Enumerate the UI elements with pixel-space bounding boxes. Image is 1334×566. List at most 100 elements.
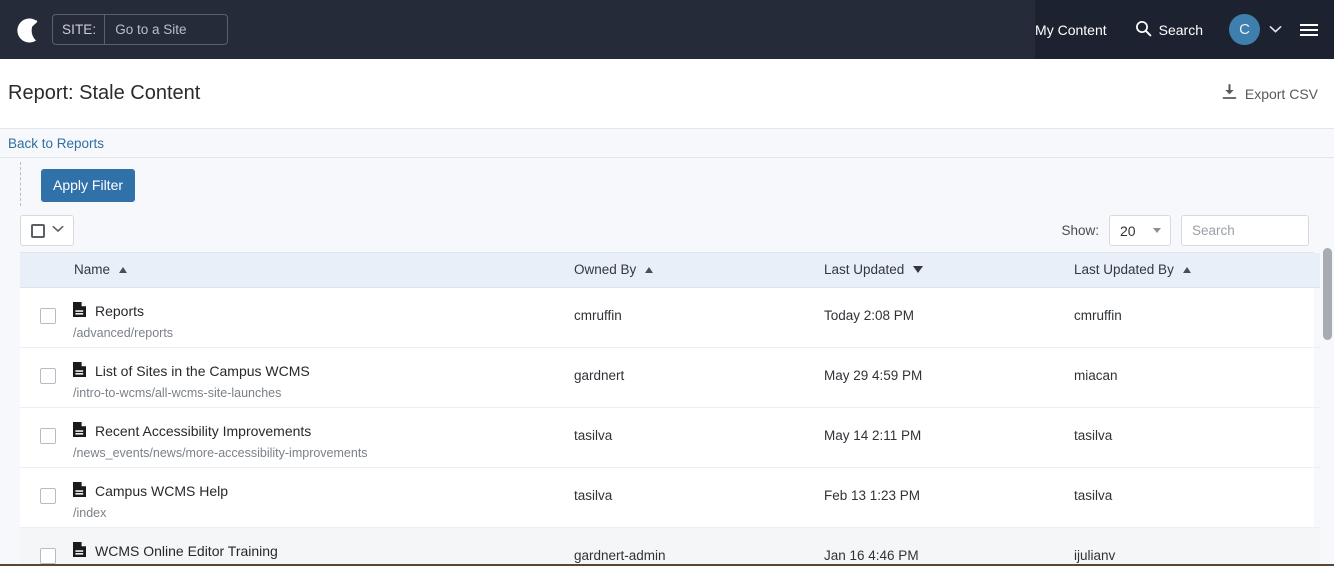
avatar: C (1229, 14, 1260, 45)
row-checkbox[interactable] (40, 307, 56, 324)
row-name-link[interactable]: Recent Accessibility Improvements (95, 423, 311, 439)
row-checkbox[interactable] (40, 487, 56, 504)
caret-down-icon (1153, 228, 1161, 233)
column-header-last-updated-by-label: Last Updated By (1074, 262, 1174, 278)
user-menu[interactable]: C (1217, 14, 1290, 45)
apply-filter-button[interactable]: Apply Filter (41, 169, 136, 202)
filter-panel: Apply Filter (0, 158, 1314, 208)
row-select-cell (20, 407, 72, 467)
magnifier-icon (1135, 20, 1152, 40)
table-row[interactable]: Recent Accessibility Improvements/news_e… (20, 407, 1334, 467)
row-checkbox[interactable] (40, 427, 56, 444)
hamburger-menu-icon[interactable] (1290, 23, 1334, 36)
row-last-updated: Today 2:08 PM (824, 307, 915, 323)
search-label: Search (1158, 21, 1203, 38)
show-label: Show: (1061, 223, 1099, 238)
page-title: Report: Stale Content (8, 82, 201, 104)
row-path: /intro-to-wcms/all-wcms-site-launches (73, 385, 282, 400)
back-to-reports-link[interactable]: Back to Reports (8, 136, 104, 151)
sort-ascending-icon (1182, 266, 1191, 273)
site-selector-input[interactable]: Go to a Site (105, 15, 227, 44)
document-icon (72, 541, 87, 561)
results-table-wrapper: Name Owned By Last Updated Last Updated … (20, 252, 1334, 566)
export-csv-label: Export CSV (1244, 85, 1318, 102)
sort-descending-icon (913, 266, 924, 274)
hamburger-bar (1300, 23, 1318, 26)
row-select-cell (20, 347, 72, 407)
site-selector-label: SITE: (53, 15, 106, 44)
row-last-updated: May 14 2:11 PM (824, 427, 922, 443)
row-owned-by: tasilva (574, 487, 613, 503)
document-icon (72, 481, 87, 501)
row-name-cell: List of Sites in the Campus WCMS/intro-t… (72, 347, 574, 407)
page-size-select[interactable]: 20 (1109, 215, 1171, 246)
document-icon (72, 421, 87, 441)
table-row[interactable]: Campus WCMS Help/index tasilva Feb 13 1:23… (20, 467, 1334, 527)
column-header-select (20, 253, 72, 288)
row-owned-by: gardnert (574, 367, 625, 383)
row-select-cell (20, 527, 72, 566)
row-owned-by: gardnert-admin (574, 547, 666, 563)
hamburger-bar (1300, 28, 1318, 31)
row-path: /news_events/news/more-accessibility-imp… (73, 445, 368, 460)
bulk-select-dropdown[interactable] (20, 215, 74, 246)
column-header-last-updated-label: Last Updated (824, 262, 905, 278)
table-right-tools: Show: 20 Search (1061, 215, 1309, 246)
row-last-updated-by: tasilva (1074, 427, 1113, 443)
crescent-moon-check-logo[interactable] (12, 15, 42, 45)
my-content-label: My Content (1035, 21, 1107, 38)
hamburger-bar (1300, 33, 1318, 36)
row-last-updated: Jan 16 4:46 PM (824, 547, 919, 563)
column-header-last-updated[interactable]: Last Updated (824, 253, 1074, 288)
row-name-link[interactable]: Campus WCMS Help (95, 483, 228, 499)
row-name-link[interactable]: Reports (95, 303, 144, 319)
column-header-last-updated-by[interactable]: Last Updated By (1074, 253, 1334, 288)
my-content-link[interactable]: My Content (1014, 0, 1121, 59)
row-owned-by: cmruffin (574, 307, 622, 323)
column-header-owned-by[interactable]: Owned By (574, 253, 824, 288)
row-last-updated-by: cmruffin (1074, 307, 1122, 323)
row-owned-by: tasilva (574, 427, 613, 443)
export-csv-button[interactable]: Export CSV (1222, 84, 1318, 103)
top-navigation-bar: SITE: Go to a Site My Content Search C (0, 0, 1334, 59)
row-checkbox[interactable] (40, 547, 56, 564)
column-header-name[interactable]: Name (72, 253, 574, 288)
report-content: Apply Filter Show: 20 Search Name Owned … (0, 158, 1334, 566)
filter-rail-divider (20, 162, 21, 206)
row-select-cell (20, 287, 72, 347)
row-last-updated-by: miacan (1074, 367, 1118, 383)
table-row[interactable]: Reports/advanced/reports cmruffin Today 2:… (20, 287, 1334, 347)
vertical-scrollbar-thumb[interactable] (1323, 248, 1332, 340)
row-last-updated-by: ijulianv (1074, 547, 1116, 563)
table-head: Name Owned By Last Updated Last Updated … (20, 253, 1334, 288)
document-icon (72, 301, 87, 321)
results-table: Name Owned By Last Updated Last Updated … (20, 253, 1334, 566)
row-checkbox[interactable] (40, 367, 56, 384)
row-name-cell: Campus WCMS Help/index (72, 467, 574, 527)
row-name-cell: WCMS Online Editor Training (72, 527, 574, 566)
table-row[interactable]: WCMS Online Editor Training gardnert-admi… (20, 527, 1334, 566)
table-row[interactable]: List of Sites in the Campus WCMS/intro-t… (20, 347, 1334, 407)
row-last-updated: Feb 13 1:23 PM (824, 487, 921, 503)
table-body: Reports/advanced/reports cmruffin Today 2:… (20, 287, 1334, 566)
row-name-link[interactable]: List of Sites in the Campus WCMS (95, 363, 310, 379)
row-name-cell: Reports/advanced/reports (72, 287, 574, 347)
table-header-row: Name Owned By Last Updated Last Updated … (20, 253, 1334, 288)
row-name-cell: Recent Accessibility Improvements/news_e… (72, 407, 574, 467)
column-header-name-label: Name (74, 262, 111, 278)
search-button[interactable]: Search (1121, 0, 1217, 59)
breadcrumb: Back to Reports (0, 129, 1334, 158)
row-select-cell (20, 467, 72, 527)
column-header-owned-by-label: Owned By (574, 262, 637, 278)
chevron-down-icon (1269, 23, 1282, 36)
row-name-link[interactable]: WCMS Online Editor Training (95, 543, 278, 559)
site-selector[interactable]: SITE: Go to a Site (52, 14, 229, 45)
topbar-actions: My Content Search C (1014, 0, 1334, 59)
table-toolbar: Show: 20 Search (0, 208, 1314, 252)
vertical-scrollbar[interactable] (1320, 158, 1334, 566)
table-search-input[interactable]: Search (1181, 215, 1309, 246)
row-last-updated: May 29 4:59 PM (824, 367, 923, 383)
checkbox-icon (31, 223, 45, 238)
sort-ascending-icon (119, 266, 128, 273)
row-path: /index (73, 505, 107, 520)
